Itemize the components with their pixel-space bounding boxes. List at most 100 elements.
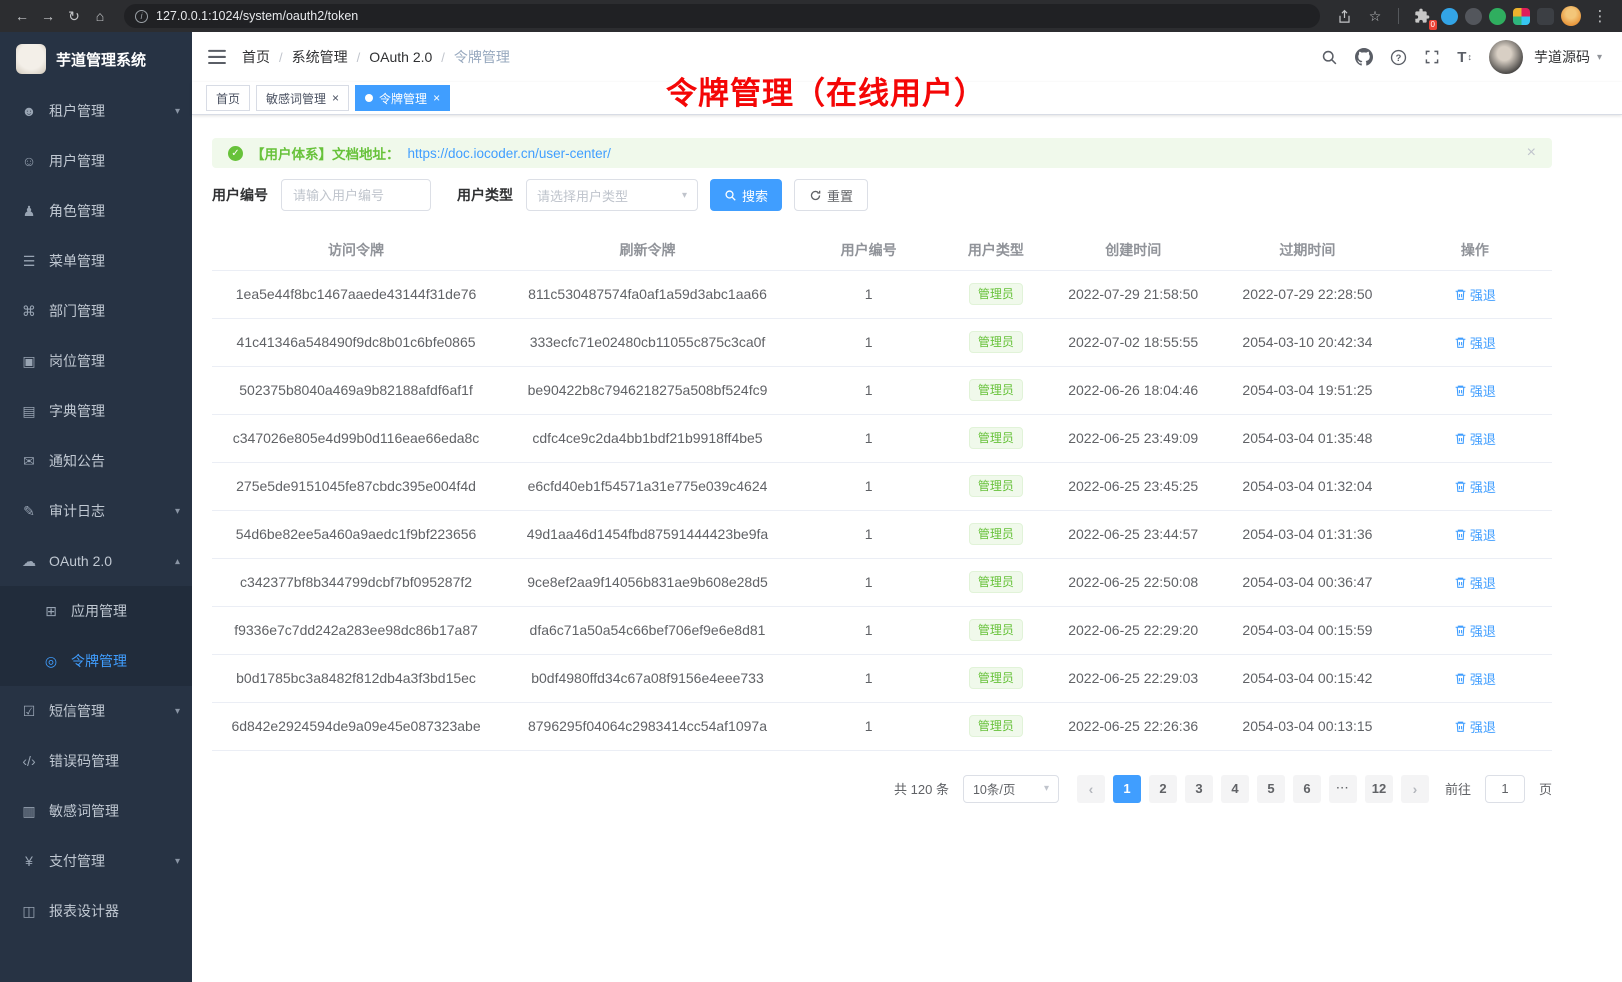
doc-link[interactable]: https://doc.iocoder.cn/user-center/ <box>408 146 611 161</box>
sidebar: 芋道管理系统 ☻租户管理▾☺用户管理♟角色管理☰菜单管理⌘部门管理▣岗位管理▤字… <box>0 32 192 982</box>
sidebar-item-oauth2-token[interactable]: ◎令牌管理 <box>0 636 192 686</box>
doc-alert: ✓ 【用户体系】文档地址： https://doc.iocoder.cn/use… <box>212 138 1552 168</box>
breadcrumb-item[interactable]: 首页 <box>242 47 270 67</box>
force-logout-button[interactable]: 强退 <box>1454 333 1496 352</box>
page-button-5[interactable]: 5 <box>1257 775 1285 803</box>
collapse-sidebar-icon[interactable] <box>208 49 226 65</box>
sidebar-item-post[interactable]: ▣岗位管理 <box>0 336 192 386</box>
refresh-token-cell: e6cfd40eb1f54571a31e775e039c4624 <box>500 462 795 510</box>
success-check-icon: ✓ <box>228 146 243 161</box>
sidebar-item-user[interactable]: ☺用户管理 <box>0 136 192 186</box>
kebab-menu-icon[interactable]: ⋮ <box>1588 4 1612 28</box>
force-logout-button[interactable]: 强退 <box>1454 717 1496 736</box>
more-pages-icon[interactable]: ··· <box>1329 775 1357 803</box>
sensitive-word-icon: ▥ <box>20 803 38 820</box>
search-button[interactable]: 搜索 <box>710 179 782 211</box>
force-logout-button[interactable]: 强退 <box>1454 573 1496 592</box>
sidebar-item-role[interactable]: ♟角色管理 <box>0 186 192 236</box>
username[interactable]: 芋道源码 <box>1534 47 1590 67</box>
sidebar-item-sms[interactable]: ☑短信管理▾ <box>0 686 192 736</box>
font-size-icon[interactable]: T↕ <box>1457 49 1472 66</box>
share-icon[interactable] <box>1332 4 1356 28</box>
back-icon[interactable]: ← <box>10 4 34 28</box>
force-logout-button[interactable]: 强退 <box>1454 429 1496 448</box>
force-logout-button[interactable]: 强退 <box>1454 381 1496 400</box>
refresh-token-cell: 8796295f04064c2983414cc54af1097a <box>500 702 795 750</box>
page-button-12[interactable]: 12 <box>1365 775 1393 803</box>
sidebar-item-sensitive[interactable]: ▥敏感词管理 <box>0 786 192 836</box>
force-logout-button[interactable]: 强退 <box>1454 621 1496 640</box>
sidebar-item-dict[interactable]: ▤字典管理 <box>0 386 192 436</box>
reload-icon[interactable]: ↻ <box>62 4 86 28</box>
url-bar[interactable]: i 127.0.0.1:1024/system/oauth2/token <box>124 4 1320 28</box>
page-button-1[interactable]: 1 <box>1113 775 1141 803</box>
extension-green-icon[interactable] <box>1489 8 1506 25</box>
github-icon[interactable] <box>1355 48 1373 66</box>
user-id-input[interactable] <box>281 179 431 211</box>
tab-2[interactable]: 令牌管理× <box>355 85 450 111</box>
table-body: 1ea5e44f8bc1467aaede43144f31de76811c5304… <box>212 270 1552 750</box>
force-logout-button[interactable]: 强退 <box>1454 525 1496 544</box>
bookmark-star-icon[interactable]: ☆ <box>1363 4 1387 28</box>
oauth-icon: ☁ <box>20 553 38 570</box>
app-logo[interactable]: 芋道管理系统 <box>0 32 192 86</box>
sidebar-item-audit[interactable]: ✎审计日志▾ <box>0 486 192 536</box>
help-icon[interactable]: ? <box>1390 49 1407 66</box>
app-title: 芋道管理系统 <box>56 49 146 70</box>
next-page-button[interactable]: › <box>1401 775 1429 803</box>
search-button-label: 搜索 <box>742 186 768 205</box>
table-row: 54d6be82ee5a460a9aedc1f9bf22365649d1aa46… <box>212 510 1552 558</box>
user-type-badge: 管理员 <box>969 427 1023 449</box>
page-button-4[interactable]: 4 <box>1221 775 1249 803</box>
extension-dark-icon[interactable] <box>1465 8 1482 25</box>
tab-0[interactable]: 首页 <box>206 85 250 111</box>
sidebar-item-tenant[interactable]: ☻租户管理▾ <box>0 86 192 136</box>
reset-button[interactable]: 重置 <box>794 179 868 211</box>
action-cell: 强退 <box>1398 702 1552 750</box>
sidebar-item-report[interactable]: ◫报表设计器 <box>0 886 192 936</box>
user-avatar[interactable] <box>1489 40 1523 74</box>
fullscreen-icon[interactable] <box>1424 49 1440 65</box>
access-token-cell: c342377bf8b344799dcbf7bf095287f2 <box>212 558 500 606</box>
sidebar-item-dept[interactable]: ⌘部门管理 <box>0 286 192 336</box>
user-menu-caret-icon[interactable]: ▾ <box>1597 52 1602 63</box>
page-button-2[interactable]: 2 <box>1149 775 1177 803</box>
extension-dark2-icon[interactable] <box>1537 8 1554 25</box>
home-icon[interactable]: ⌂ <box>88 4 112 28</box>
page-button-3[interactable]: 3 <box>1185 775 1213 803</box>
page-size-select[interactable]: 10条/页 ▾ <box>963 775 1059 803</box>
extension-blue-icon[interactable] <box>1441 8 1458 25</box>
alert-close-icon[interactable]: × <box>1527 144 1536 162</box>
prev-page-button[interactable]: ‹ <box>1077 775 1105 803</box>
goto-page-input[interactable] <box>1485 775 1525 803</box>
user-type-select[interactable]: 请选择用户类型 ▾ <box>526 179 698 211</box>
access-token-cell: 54d6be82ee5a460a9aedc1f9bf223656 <box>212 510 500 558</box>
breadcrumb-item[interactable]: OAuth 2.0 <box>369 49 432 65</box>
search-icon[interactable] <box>1321 49 1338 66</box>
force-logout-button[interactable]: 强退 <box>1454 477 1496 496</box>
sidebar-item-label: 令牌管理 <box>71 651 127 671</box>
sidebar-item-pay[interactable]: ¥支付管理▾ <box>0 836 192 886</box>
force-logout-button[interactable]: 强退 <box>1454 285 1496 304</box>
extension-colorful-icon[interactable] <box>1513 8 1530 25</box>
page-info-icon[interactable]: i <box>135 10 148 23</box>
menu-list-icon: ☰ <box>20 253 38 270</box>
action-cell: 强退 <box>1398 462 1552 510</box>
sidebar-item-notice[interactable]: ✉通知公告 <box>0 436 192 486</box>
sidebar-item-menu[interactable]: ☰菜单管理 <box>0 236 192 286</box>
force-logout-button[interactable]: 强退 <box>1454 669 1496 688</box>
extension-puzzle-icon[interactable]: 0 <box>1410 4 1434 28</box>
sidebar-item-label: 审计日志 <box>49 501 105 521</box>
user-icon: ☺ <box>20 153 38 169</box>
tab-1[interactable]: 敏感词管理× <box>256 85 349 111</box>
sidebar-item-oauth2-app[interactable]: ⊞应用管理 <box>0 586 192 636</box>
forward-icon[interactable]: → <box>36 4 60 28</box>
tab-close-icon[interactable]: × <box>433 92 440 104</box>
page-button-6[interactable]: 6 <box>1293 775 1321 803</box>
action-cell: 强退 <box>1398 654 1552 702</box>
profile-avatar-icon[interactable] <box>1561 6 1581 26</box>
sidebar-item-errcode[interactable]: ‹/›错误码管理 <box>0 736 192 786</box>
breadcrumb-item[interactable]: 系统管理 <box>292 47 348 67</box>
sidebar-item-oauth2[interactable]: ☁OAuth 2.0▾ <box>0 536 192 586</box>
tab-close-icon[interactable]: × <box>332 92 339 104</box>
